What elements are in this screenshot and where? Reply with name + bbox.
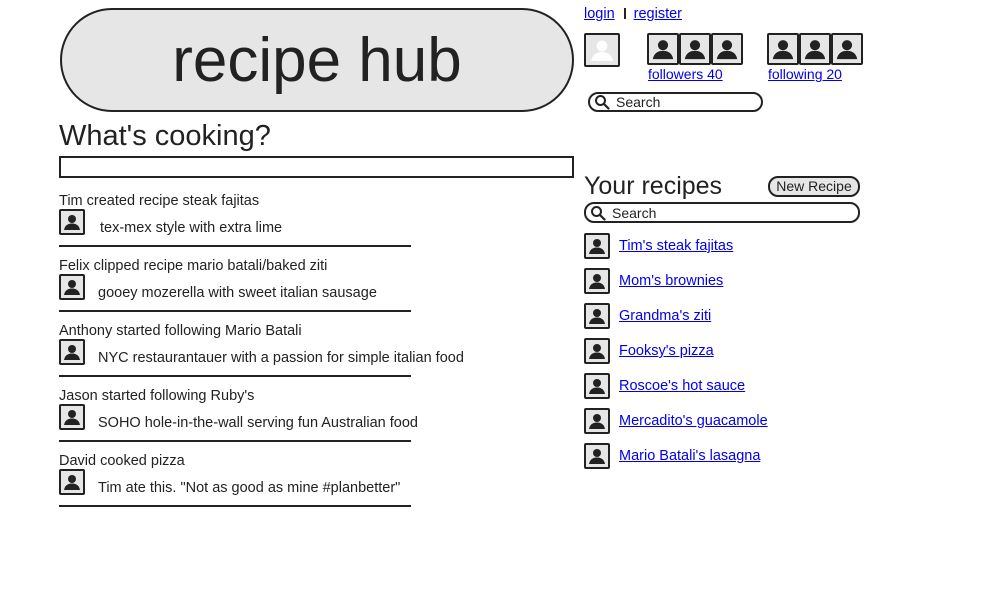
login-link[interactable]: login <box>584 6 615 22</box>
feed-item-headline: David cooked pizza <box>59 453 185 469</box>
avatar-icon[interactable] <box>59 339 85 365</box>
search-icon <box>594 94 610 110</box>
feed-title: What's cooking? <box>59 120 271 152</box>
avatar-icon[interactable] <box>584 443 610 469</box>
avatar-icon[interactable] <box>584 338 610 364</box>
auth-links: login register <box>584 6 682 22</box>
recipe-link[interactable]: Mom's brownies <box>619 273 723 289</box>
recipe-link[interactable]: Fooksy's pizza <box>619 343 714 359</box>
recipe-link[interactable]: Mercadito's guacamole <box>619 413 768 429</box>
avatar-icon[interactable] <box>584 373 610 399</box>
follower-avatar-icon[interactable] <box>711 33 743 65</box>
site-search-input[interactable] <box>610 94 761 110</box>
avatar-icon[interactable] <box>584 233 610 259</box>
user-avatar-icon[interactable] <box>584 33 620 67</box>
site-logo[interactable]: recipe hub <box>60 8 574 112</box>
following-link[interactable]: following 20 <box>768 66 842 82</box>
following-avatar-icon[interactable] <box>767 33 799 65</box>
feed-item: Felix clipped recipe mario batali/baked … <box>59 258 479 323</box>
avatar-icon[interactable] <box>584 303 610 329</box>
feed-item-detail: gooey mozerella with sweet italian sausa… <box>98 285 377 301</box>
following-avatars <box>767 33 863 65</box>
site-search[interactable] <box>588 92 763 112</box>
avatar-icon[interactable] <box>584 268 610 294</box>
feed-item-detail: Tim ate this. "Not as good as mine #plan… <box>98 480 401 496</box>
search-icon <box>590 205 606 221</box>
recipe-search-input[interactable] <box>606 204 858 221</box>
feed-item-headline: Anthony started following Mario Batali <box>59 323 302 339</box>
new-recipe-button[interactable]: New Recipe <box>768 176 860 197</box>
avatar-icon[interactable] <box>584 408 610 434</box>
followers-link[interactable]: followers 40 <box>648 66 723 82</box>
divider <box>59 375 411 377</box>
feed-item-headline: Tim created recipe steak fajitas <box>59 193 260 209</box>
divider <box>59 505 411 507</box>
followers-avatars <box>647 33 743 65</box>
feed-item-headline: Jason started following Ruby's <box>59 388 255 404</box>
feed-item-detail: tex-mex style with extra lime <box>100 220 283 236</box>
avatar-icon[interactable] <box>59 469 85 495</box>
feed-item-detail: SOHO hole-in-the-wall serving fun Austra… <box>98 415 418 431</box>
feed-item: Tim created recipe steak fajitas tex-mex… <box>59 193 479 258</box>
follower-avatar-icon[interactable] <box>647 33 679 65</box>
feed-item-headline: Felix clipped recipe mario batali/baked … <box>59 258 328 274</box>
recipe-link[interactable]: Grandma's ziti <box>619 308 711 324</box>
following-avatar-icon[interactable] <box>831 33 863 65</box>
feed-item: Anthony started following Mario Batali N… <box>59 323 479 388</box>
recipe-search[interactable] <box>584 202 860 223</box>
avatar-icon[interactable] <box>59 274 85 300</box>
separator <box>623 8 626 19</box>
register-link[interactable]: register <box>634 6 682 22</box>
recipes-title: Your recipes <box>584 172 723 200</box>
recipe-link[interactable]: Tim's steak fajitas <box>619 238 733 254</box>
feed-item: Jason started following Ruby's SOHO hole… <box>59 388 479 453</box>
status-input[interactable] <box>59 156 574 178</box>
avatar-icon[interactable] <box>59 404 85 430</box>
recipe-link[interactable]: Mario Batali's lasagna <box>619 448 760 464</box>
avatar-icon[interactable] <box>59 209 85 235</box>
feed-item-detail: NYC restaurantauer with a passion for si… <box>98 350 464 366</box>
divider <box>59 310 411 312</box>
site-logo-text: recipe hub <box>172 26 462 95</box>
follower-avatar-icon[interactable] <box>679 33 711 65</box>
divider <box>59 440 411 442</box>
feed-item: David cooked pizza Tim ate this. "Not as… <box>59 453 479 518</box>
activity-feed: Tim created recipe steak fajitas tex-mex… <box>59 193 479 518</box>
following-avatar-icon[interactable] <box>799 33 831 65</box>
divider <box>59 245 411 247</box>
recipe-link[interactable]: Roscoe's hot sauce <box>619 378 745 394</box>
